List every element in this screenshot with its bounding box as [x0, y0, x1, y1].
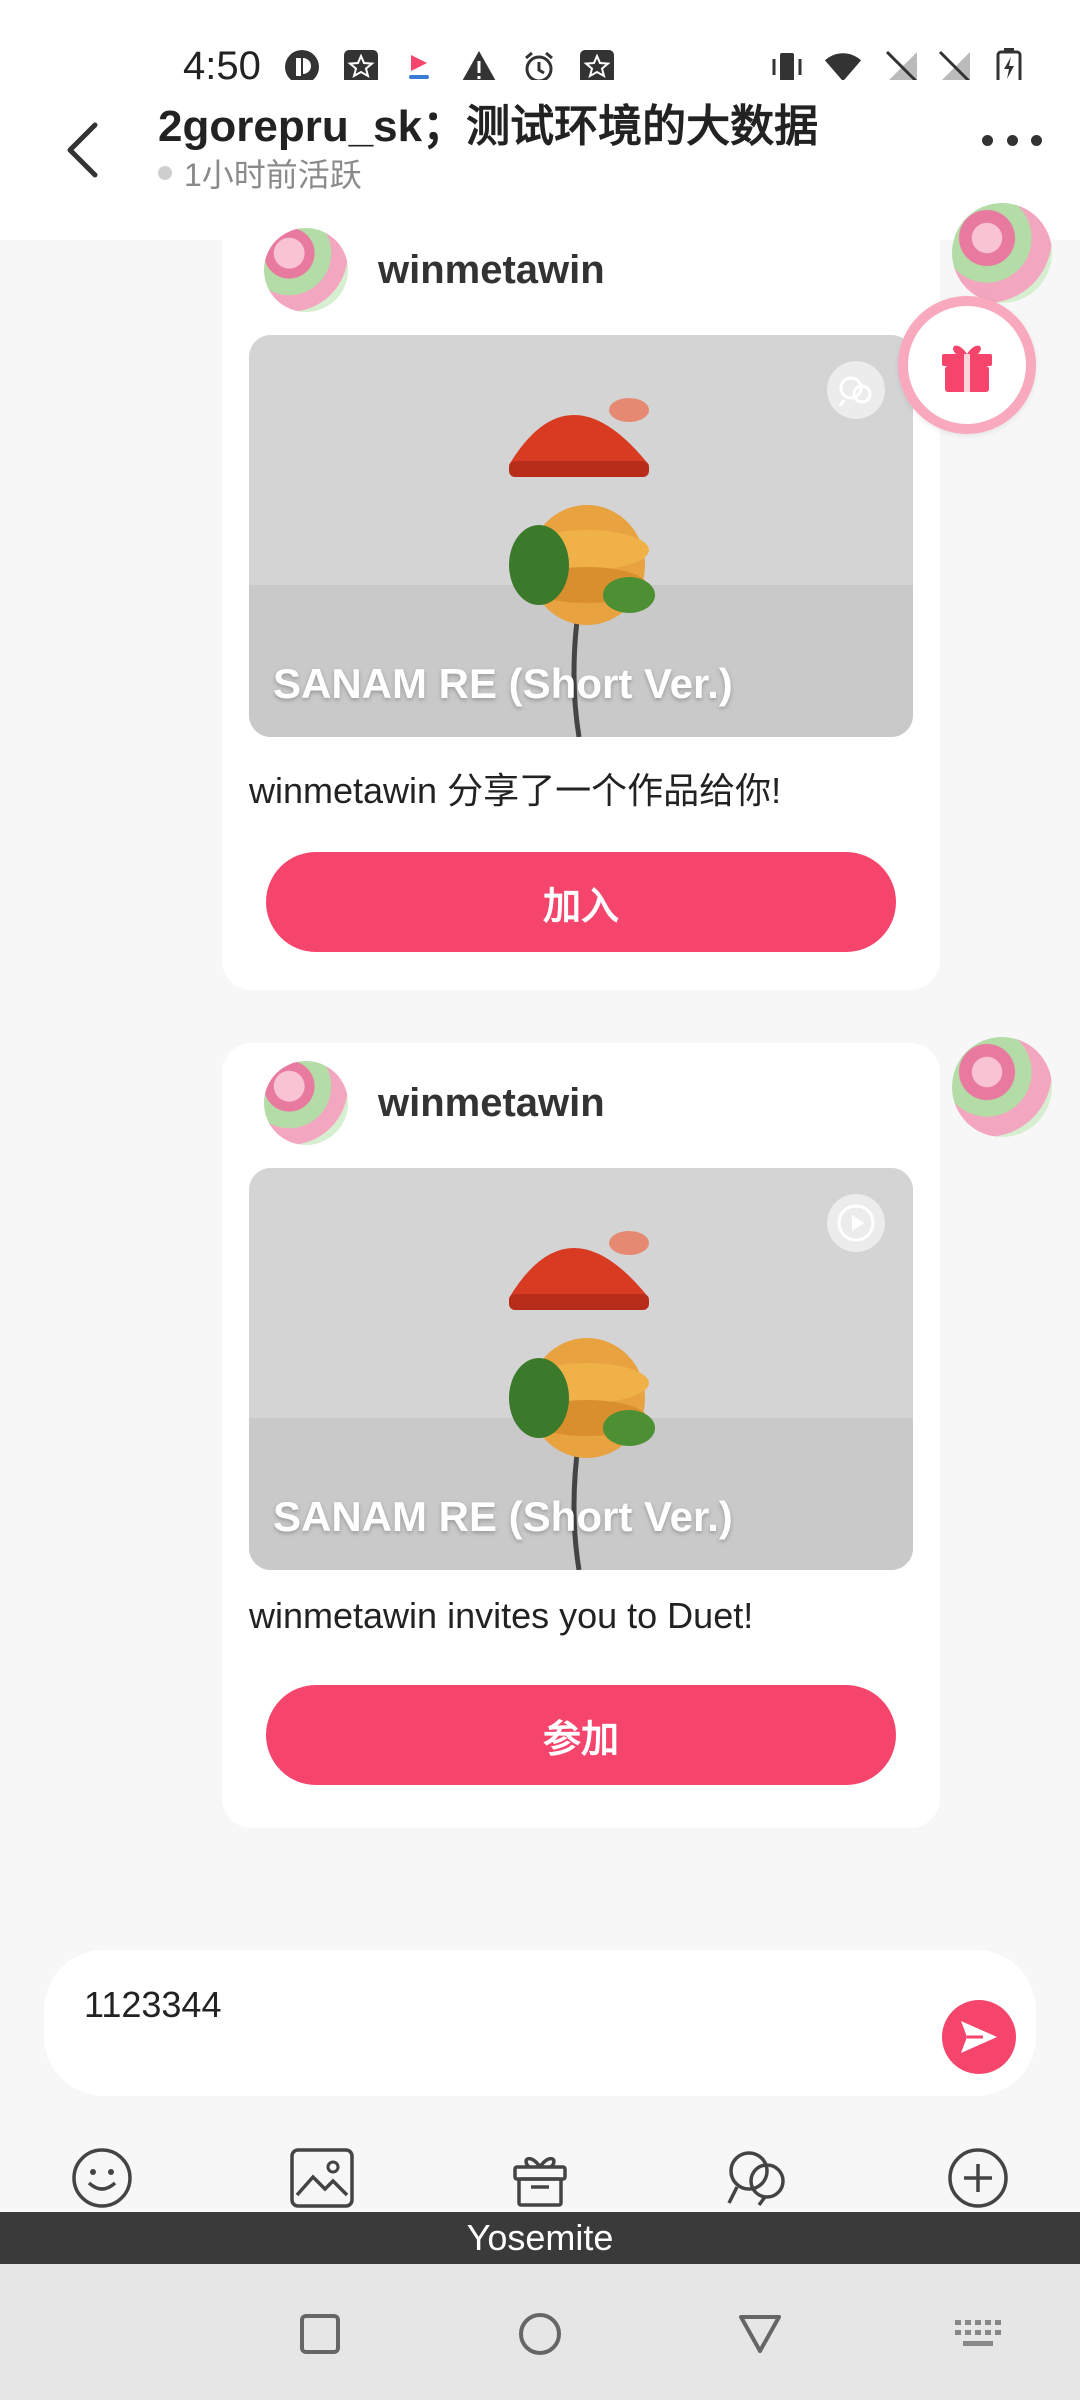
- message-input[interactable]: [84, 1980, 884, 2030]
- gift-icon[interactable]: [506, 2144, 574, 2212]
- sender-avatar[interactable]: [264, 228, 348, 312]
- my-avatar[interactable]: [952, 1037, 1052, 1137]
- duet-icon[interactable]: [724, 2144, 792, 2212]
- play-icon: [827, 1194, 885, 1252]
- keyboard-suggestion-bar: Yosemite: [0, 2212, 1080, 2264]
- add-icon[interactable]: [944, 2144, 1012, 2212]
- share-message: winmetawin 分享了一个作品给你!: [249, 770, 782, 811]
- join-button[interactable]: 加入: [266, 852, 896, 952]
- thumbnail-caption: SANAM RE (Short Ver.): [273, 1493, 733, 1540]
- emoji-icon[interactable]: [68, 2144, 136, 2212]
- back-triangle-icon[interactable]: [730, 2304, 790, 2364]
- join-duet-button[interactable]: 参加: [266, 1685, 896, 1785]
- duet-invite-card[interactable]: winmetawin SANAM RE (Short Ver.) winmeta…: [222, 1043, 940, 1828]
- gift-floating-button[interactable]: [898, 296, 1036, 434]
- send-icon: [961, 2021, 997, 2053]
- thumbnail-caption: SANAM RE (Short Ver.): [273, 660, 733, 707]
- keyboard-icon[interactable]: [948, 2304, 1008, 2364]
- duet-icon: [827, 361, 885, 419]
- shared-work-card[interactable]: winmetawin SANAM RE (Short Ver.) winmeta…: [222, 210, 940, 990]
- video-thumbnail[interactable]: SANAM RE (Short Ver.): [249, 1168, 913, 1570]
- invite-message: winmetawin invites you to Duet!: [249, 1595, 754, 1636]
- message-toolbar: [0, 2130, 1080, 2225]
- chat-title: 2gorepru_sk；测试环境的大数据: [158, 102, 819, 151]
- my-avatar[interactable]: [952, 203, 1052, 303]
- send-button[interactable]: [942, 2000, 1016, 2074]
- keyboard-label[interactable]: Yosemite: [467, 2217, 614, 2259]
- active-status-text: 1小时前活跃: [184, 157, 362, 193]
- recents-icon[interactable]: [290, 2304, 350, 2364]
- image-icon[interactable]: [288, 2144, 356, 2212]
- sender-username: winmetawin: [378, 1081, 605, 1125]
- system-nav-bar: [0, 2264, 1080, 2400]
- status-dot-icon: [158, 166, 172, 180]
- sender-avatar[interactable]: [264, 1061, 348, 1145]
- message-input-box: [44, 1950, 1036, 2096]
- more-options-button[interactable]: [982, 125, 1042, 155]
- back-button[interactable]: [55, 110, 115, 190]
- sender-username: winmetawin: [378, 248, 605, 292]
- home-icon[interactable]: [510, 2304, 570, 2364]
- gift-icon: [942, 345, 992, 392]
- active-status: 1小时前活跃: [158, 150, 362, 196]
- video-thumbnail[interactable]: SANAM RE (Short Ver.): [249, 335, 913, 737]
